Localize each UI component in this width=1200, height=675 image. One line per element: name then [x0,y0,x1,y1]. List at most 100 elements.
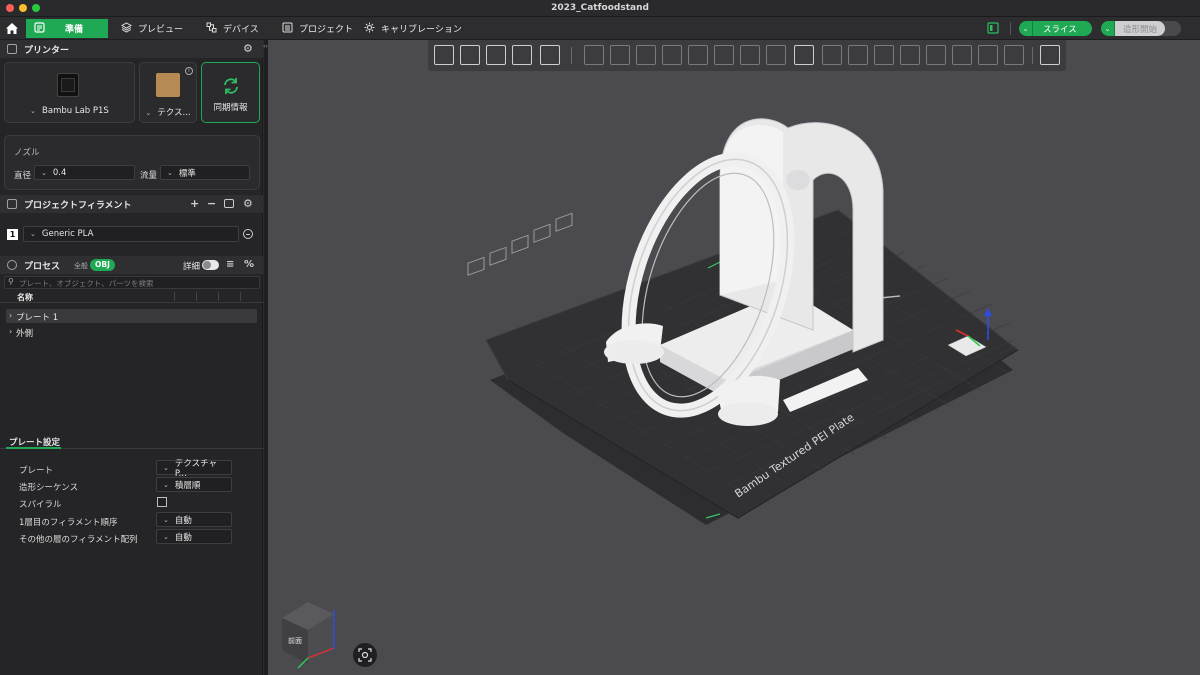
spiral-checkbox[interactable] [157,497,167,507]
plate-type-select[interactable]: ⌄ テクスチャ P... [156,459,232,479]
object-list-header: 名称 [0,290,263,303]
tab-prepare-label: 準備 [65,25,84,35]
remove-filament-icon[interactable]: − [207,198,216,209]
filament-select[interactable]: ⌄ Generic PLA [23,226,239,242]
nozzle-flow-label: 流量 [140,171,158,181]
first-layer-order-label: 1層目のフィラメント順序 [19,518,118,528]
print-sequence-select[interactable]: ⌄ 積層順 [156,477,232,492]
camera-focus-button[interactable] [353,643,377,667]
3d-viewport[interactable]: Bambu Textured PEI Plate 前面 [268,40,1200,675]
plate-card[interactable]: i ⌄ テクス... [139,62,197,123]
nozzle-diameter-select[interactable]: ⌄ 0.4 [34,165,135,180]
navigation-cube[interactable]: 前面 [282,602,335,669]
other-layers-order-value: 自動 [174,532,192,543]
build-scene: Bambu Textured PEI Plate 前面 [282,118,1019,669]
printer-section-icon [7,44,17,54]
search-icon: ⚲ [8,277,14,286]
process-list-icon[interactable]: ≡ [226,259,234,270]
process-search-placeholder: プレート、オブジェクト、パーツを検索 [19,279,154,288]
print-sequence-chevron-icon: ⌄ [163,480,169,489]
left-settings-panel: プリンター ⚙ ⌄ Bambu Lab P1S i ⌄ テクス... 同期情報 … [0,40,263,675]
plate-dropdown-chevron-icon[interactable]: ⌄ [145,109,151,117]
device-icon [206,22,217,36]
tree-expand-chevron-icon[interactable]: › [9,327,12,336]
print-dropdown-chevron-icon[interactable]: ⌄ [1101,21,1115,36]
printer-section-header: プリンター ⚙ [0,40,263,58]
nozzle-flow-chevron-icon: ⌄ [167,168,173,177]
filament-section-icon [7,199,17,209]
filament-remove-circle-icon[interactable] [243,229,253,239]
filament-index-badge: 1 [7,229,18,240]
other-layers-order-select[interactable]: ⌄ 自動 [156,529,232,544]
tab-prepare[interactable]: 準備 [26,19,108,38]
filament-settings-gear-icon[interactable]: ⚙ [243,198,253,209]
project-icon [282,22,293,36]
plate-type-chevron-icon: ⌄ [163,463,169,472]
filament-name: Generic PLA [41,229,94,239]
filament-section-title: プロジェクトフィラメント [24,200,132,211]
tab-preview[interactable]: プレビュー [113,19,191,38]
slice-button-label: スライス [1043,24,1077,35]
home-icon [6,23,18,34]
focus-icon [358,648,372,662]
tab-project[interactable]: プロジェクト [274,19,361,38]
preview-icon [120,21,133,36]
process-detail-label: 詳細 [183,262,201,272]
first-layer-order-select[interactable]: ⌄ 自動 [156,512,232,527]
column-name-header: 名称 [17,293,33,302]
nozzle-diameter-value: 0.4 [52,167,67,178]
printer-name: Bambu Lab P1S [42,106,109,116]
cube-face-label: 前面 [288,636,302,645]
printer-dropdown-chevron-icon[interactable]: ⌄ [30,107,36,115]
other-layers-order-chevron-icon: ⌄ [163,532,169,541]
layout-toggle-icon[interactable] [987,22,999,34]
process-percent-icon[interactable]: % [244,259,254,270]
nozzle-flow-select[interactable]: ⌄ 標準 [160,165,250,180]
process-detail-toggle[interactable] [202,260,219,270]
process-section-icon [7,260,17,270]
printer-settings-gear-icon[interactable]: ⚙ [243,43,253,54]
tree-item-outer[interactable]: › 外側 [6,325,257,339]
tab-project-label: プロジェクト [299,25,354,35]
top-menu-bar: 準備 プレビュー デバイス プロジェクト キャリブレーション ⌄ スライス ⌄ … [0,17,1200,40]
nozzle-diameter-label: 直径 [14,171,32,181]
tab-calibration-label: キャリブレーション [381,25,462,35]
plate-tools-tray [467,212,573,276]
home-button[interactable] [0,17,24,40]
slice-button[interactable]: ⌄ スライス [1019,21,1092,36]
filament-section-header: プロジェクトフィラメント + − ⚙ [0,195,263,213]
other-layers-order-label: その他の層のフィラメント配列 [19,535,138,545]
printer-card[interactable]: ⌄ Bambu Lab P1S [4,62,135,123]
sync-icon [224,78,238,94]
first-layer-order-chevron-icon: ⌄ [163,515,169,524]
printer-image [57,73,79,97]
menu-divider [1010,22,1011,35]
spiral-label: スパイラル [19,500,62,510]
tab-device[interactable]: デバイス [198,19,267,38]
printer-section-title: プリンター [24,45,70,56]
sync-info-button[interactable]: 同期情報 [201,62,260,123]
nozzle-title: ノズル [14,148,40,158]
filament-sync-icon[interactable] [224,199,234,208]
tree-item-label: プレート 1 [16,313,59,323]
print-button-label: 造形開始 [1115,21,1166,36]
print-sequence-value: 積層順 [174,480,201,491]
plate-settings-tabbar: プレート設定 [0,433,263,449]
tab-calibration[interactable]: キャリブレーション [356,19,470,38]
tree-item-plate-1[interactable]: › プレート 1 [6,309,257,323]
plate-name: テクス... [157,108,191,118]
calibration-icon [364,22,375,36]
tree-expand-chevron-icon[interactable]: › [9,311,12,320]
process-section-header: プロセス 全般 OBJ 詳細 ≡ % [0,256,263,274]
print-button[interactable]: ⌄ 造形開始 [1101,21,1181,36]
sync-info-label: 同期情報 [213,103,248,113]
slice-dropdown-chevron-icon[interactable]: ⌄ [1019,21,1033,36]
process-global-label[interactable]: 全般 [74,261,88,271]
process-search-input[interactable]: ⚲ プレート、オブジェクト、パーツを検索 [4,276,260,289]
add-filament-icon[interactable]: + [190,198,199,209]
process-obj-toggle[interactable]: OBJ [90,259,115,271]
plate-info-icon[interactable]: i [185,67,193,75]
nozzle-diameter-chevron-icon: ⌄ [41,168,47,177]
plate-type-label: プレート [19,466,54,476]
nozzle-card: ノズル 直径 ⌄ 0.4 流量 ⌄ 標準 [4,135,260,190]
